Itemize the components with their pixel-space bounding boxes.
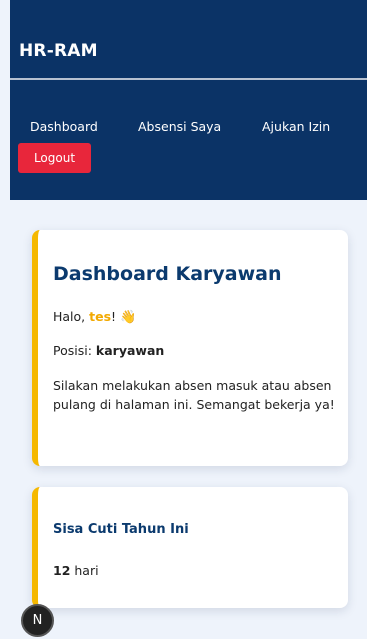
brand-logo[interactable]: HR-RAM — [19, 41, 98, 61]
leave-balance-card: Sisa Cuti Tahun Ini 12 hari — [32, 487, 348, 608]
page-title: Dashboard Karyawan — [53, 263, 282, 285]
leave-balance: 12 hari — [53, 563, 99, 578]
leave-balance-title: Sisa Cuti Tahun Ini — [53, 522, 189, 537]
attendance-message: Silakan melakukan absen masuk atau absen… — [53, 378, 335, 412]
page: HR-RAM Dashboard Absensi Saya Ajukan Izi… — [0, 0, 367, 639]
username: tes — [89, 309, 112, 324]
nextjs-dev-indicator-icon[interactable]: N — [21, 604, 54, 637]
navbar-divider — [10, 78, 367, 80]
waving-hand-icon: 👋 — [120, 310, 137, 325]
leave-balance-unit: hari — [70, 563, 99, 578]
nav-link-dashboard[interactable]: Dashboard — [30, 119, 98, 134]
employee-position: Posisi: karyawan — [53, 343, 164, 358]
greeting: Halo, tes! 👋 — [53, 309, 136, 325]
greeting-prefix: Halo, — [53, 309, 90, 324]
logout-button[interactable]: Logout — [18, 143, 91, 173]
greeting-suffix: ! — [111, 309, 117, 324]
dashboard-card: Dashboard Karyawan Halo, tes! 👋 Posisi: … — [32, 230, 348, 466]
navbar: HR-RAM Dashboard Absensi Saya Ajukan Izi… — [10, 0, 367, 200]
nav-link-attendance[interactable]: Absensi Saya — [138, 119, 221, 134]
position-value: karyawan — [95, 343, 165, 358]
nav-link-leave-request[interactable]: Ajukan Izin — [262, 119, 330, 134]
position-label: Posisi: — [53, 343, 96, 358]
leave-balance-count: 12 — [53, 563, 71, 578]
